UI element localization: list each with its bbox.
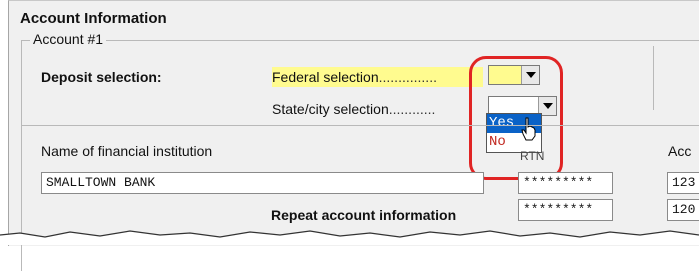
rtn-input-2[interactable]: ********* [518,199,613,221]
federal-selection-label: Federal selection............... [272,67,483,87]
federal-selection-text: Federal selection [272,69,379,85]
deposit-selection-label: Deposit selection: [41,69,162,85]
state-selection-label: State/city selection............ [272,99,483,119]
vertical-divider [653,46,654,110]
account-group-legend: Account #1 [30,31,107,47]
section-title: Account Information [20,10,167,27]
state-selection-dots: ............ [388,101,436,117]
account-number-input-2[interactable]: 120 [667,199,699,221]
horizontal-divider [22,125,699,126]
institution-name-label: Name of financial institution [41,143,213,159]
rtn-header: RTN [520,149,545,163]
rtn-input-1[interactable]: ********* [518,172,613,194]
federal-selection-dots: ............... [378,69,437,85]
institution-name-input[interactable]: SMALLTOWN BANK [41,172,484,194]
account-number-input-1[interactable]: 123 [667,172,699,194]
account-number-header: Acc [668,143,692,159]
state-selection-text: State/city selection [272,101,389,117]
torn-edge [0,230,699,245]
repeat-account-label: Repeat account information [271,207,457,223]
highlight-ring [469,56,563,180]
